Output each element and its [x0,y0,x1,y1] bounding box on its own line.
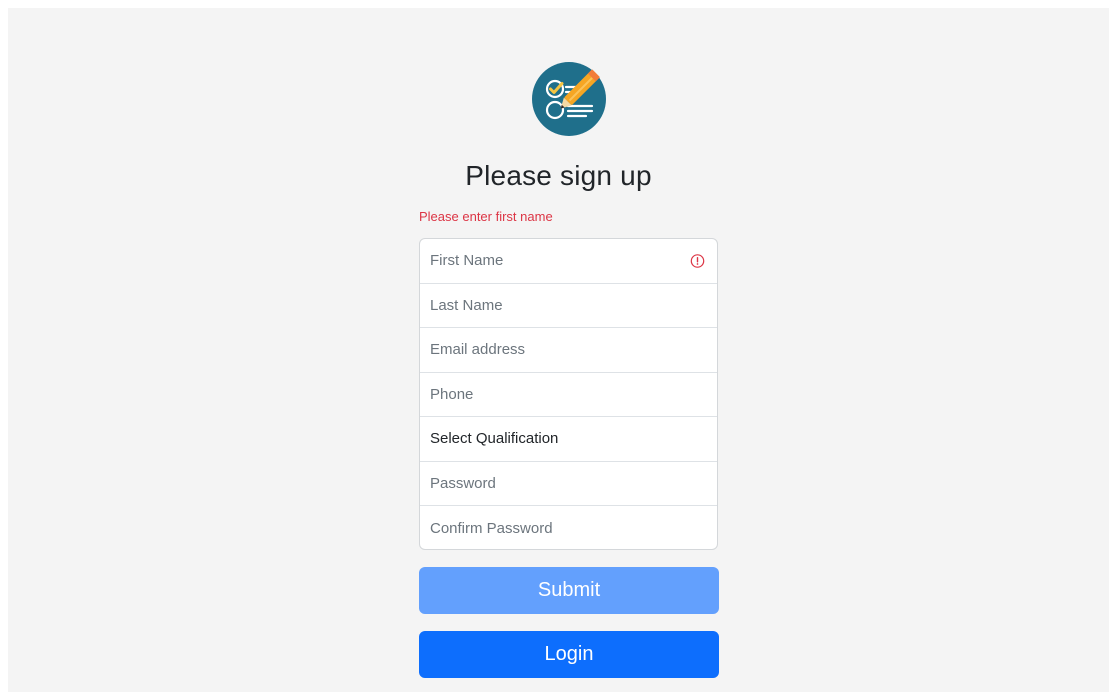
first-name-field-row [420,239,717,284]
login-button[interactable]: Login [419,631,719,678]
page-background: Please sign up Please enter first name S… [8,8,1109,692]
confirm-password-field-row [420,506,717,549]
signup-form-logo-icon [532,62,606,136]
last-name-field-row [420,283,717,328]
email-field-row [420,328,717,373]
last-name-input[interactable] [420,283,717,327]
page-title: Please sign up [465,160,652,191]
password-input[interactable] [420,461,717,505]
email-input[interactable] [420,328,717,372]
qualification-field-row: Select Qualification [420,417,717,462]
phone-input[interactable] [420,372,717,416]
invalid-alert-icon [690,253,705,268]
first-name-input[interactable] [420,239,717,283]
submit-button[interactable]: Submit [419,567,719,614]
first-name-error-message: Please enter first name [419,209,553,224]
qualification-select[interactable]: Select Qualification [420,430,717,447]
password-field-row [420,461,717,506]
phone-field-row [420,372,717,417]
signup-form-fields: Select Qualification [419,238,718,550]
confirm-password-input[interactable] [420,506,717,549]
